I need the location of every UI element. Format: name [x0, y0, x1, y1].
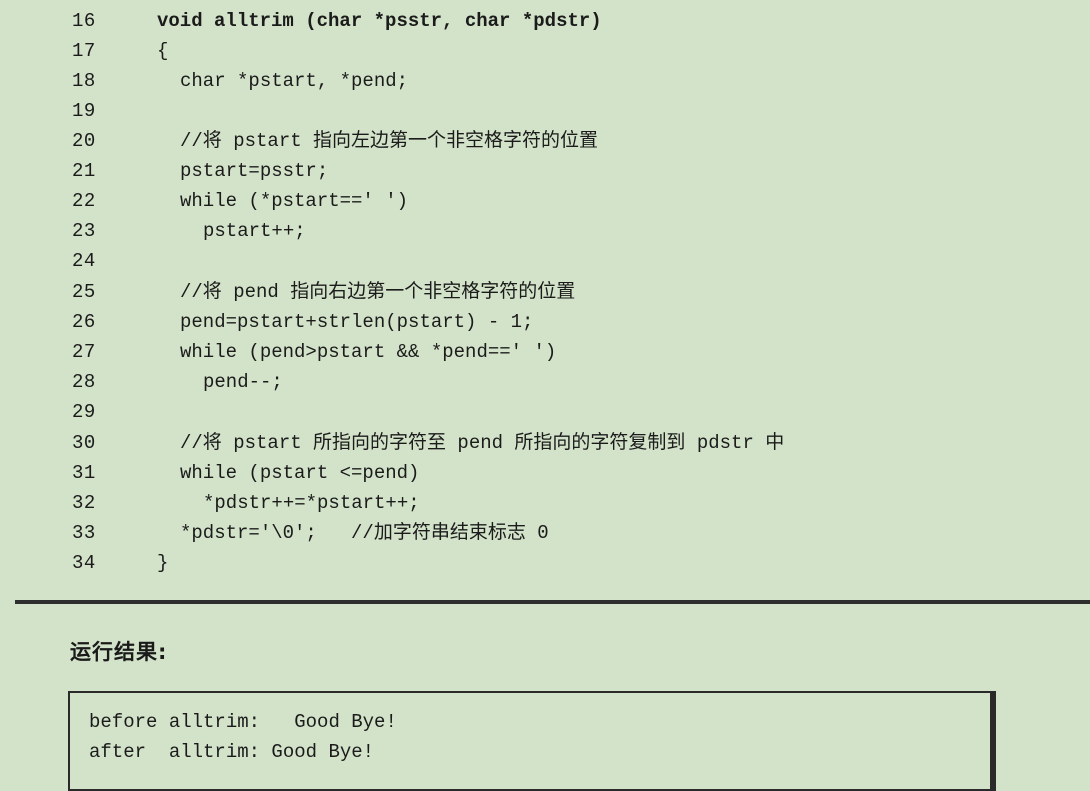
code-line: 18 char *pstart, *pend;: [0, 69, 1090, 99]
code-text: char *pstart, *pend;: [180, 70, 409, 92]
line-number: 19: [72, 100, 96, 122]
code-comment: //将 pstart 所指向的字符至 pend 所指向的字符复制到 pdstr …: [180, 432, 785, 454]
code-text: pstart++;: [203, 220, 306, 242]
line-number: 22: [72, 190, 96, 212]
line-number: 23: [72, 220, 96, 242]
line-number: 26: [72, 311, 96, 333]
code-line: 21 pstart=psstr;: [0, 159, 1090, 189]
line-number: 34: [72, 552, 96, 574]
code-text: while (*pstart==' '): [180, 190, 409, 212]
line-number: 21: [72, 160, 96, 182]
code-text: while (pstart <=pend): [180, 462, 420, 484]
code-line: 27 while (pend>pstart && *pend==' '): [0, 340, 1090, 370]
result-heading: 运行结果:: [70, 640, 168, 664]
code-line: 34 }: [0, 551, 1090, 581]
code-line: 16 void alltrim (char *psstr, char *pdst…: [0, 9, 1090, 39]
line-number: 28: [72, 371, 96, 393]
code-text: {: [157, 40, 169, 62]
line-number: 25: [72, 281, 96, 303]
code-line: 22 while (*pstart==' '): [0, 189, 1090, 219]
code-comment: //将 pend 指向右边第一个非空格字符的位置: [180, 281, 576, 303]
line-number: 20: [72, 130, 96, 152]
code-line: 17 {: [0, 39, 1090, 69]
code-line: 24: [0, 249, 1090, 279]
line-number: 29: [72, 401, 96, 423]
code-text: }: [157, 552, 169, 574]
code-text: void alltrim (char *psstr, char *pdstr): [157, 10, 602, 32]
code-text: *pdstr++=*pstart++;: [203, 492, 420, 514]
code-text: pend--;: [203, 371, 283, 393]
line-number: 33: [72, 522, 96, 544]
code-line: 25 //将 pend 指向右边第一个非空格字符的位置: [0, 280, 1090, 310]
line-number: 16: [72, 10, 96, 32]
code-line: 23 pstart++;: [0, 219, 1090, 249]
code-line: 19: [0, 99, 1090, 129]
output-line: before alltrim: Good Bye!: [89, 711, 397, 733]
code-text: while (pend>pstart && *pend==' '): [180, 341, 557, 363]
line-number: 30: [72, 432, 96, 454]
section-divider: [15, 600, 1090, 604]
line-number: 24: [72, 250, 96, 272]
code-text: pstart=psstr;: [180, 160, 329, 182]
code-line: 20 //将 pstart 指向左边第一个非空格字符的位置: [0, 129, 1090, 159]
code-line: 32 *pdstr++=*pstart++;: [0, 491, 1090, 521]
output-line: after alltrim: Good Bye!: [89, 741, 375, 763]
output-box: before alltrim: Good Bye! after alltrim:…: [68, 691, 996, 791]
line-number: 32: [72, 492, 96, 514]
code-line: 31 while (pstart <=pend): [0, 461, 1090, 491]
code-text: pend=pstart+strlen(pstart) - 1;: [180, 311, 534, 333]
line-number: 18: [72, 70, 96, 92]
code-line: 33 *pdstr='\0'; //加字符串结束标志 0: [0, 521, 1090, 551]
code-line: 28 pend--;: [0, 370, 1090, 400]
code-line: 30 //将 pstart 所指向的字符至 pend 所指向的字符复制到 pds…: [0, 431, 1090, 461]
line-number: 31: [72, 462, 96, 484]
code-line: 26 pend=pstart+strlen(pstart) - 1;: [0, 310, 1090, 340]
line-number: 17: [72, 40, 96, 62]
code-line: 29: [0, 400, 1090, 430]
code-comment: //将 pstart 指向左边第一个非空格字符的位置: [180, 130, 599, 152]
line-number: 27: [72, 341, 96, 363]
code-text: *pdstr='\0'; //加字符串结束标志 0: [180, 522, 549, 544]
